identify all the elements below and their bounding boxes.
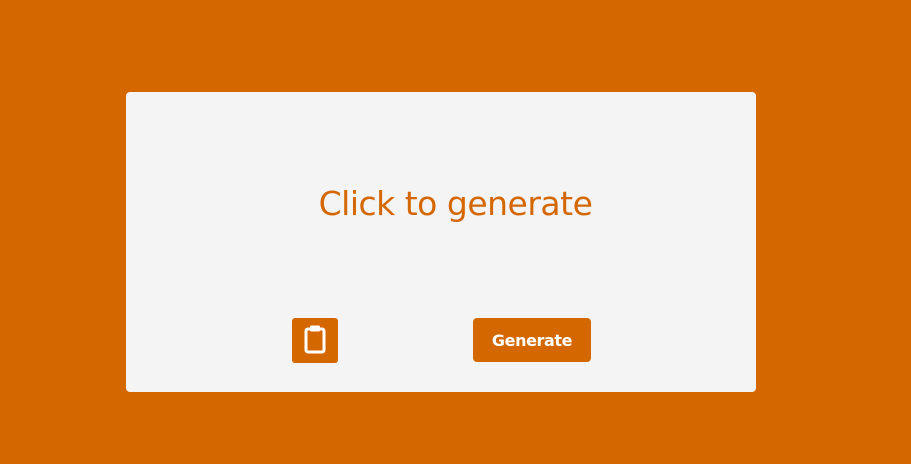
clipboard-icon [304,324,326,357]
generator-card [126,92,756,392]
copy-to-clipboard-button[interactable] [292,318,338,363]
generated-output-text: Click to generate [318,184,593,223]
generate-button[interactable]: Generate [473,318,591,362]
